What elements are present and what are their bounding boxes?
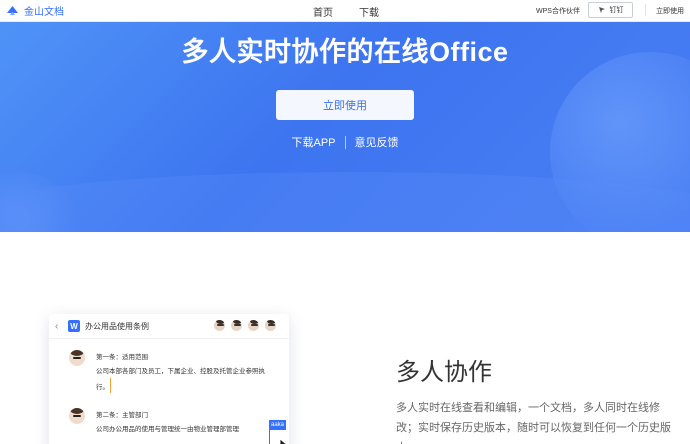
hero-title: 多人实时协作的在线Office — [181, 37, 509, 67]
clause-body-wrap: 公司办公用品的使用与管理统一由物业管理部管理 — [96, 423, 276, 436]
back-chevron-icon[interactable]: ‹ — [55, 321, 65, 332]
link-separator — [344, 135, 346, 149]
writer-doc-icon: W — [68, 320, 80, 332]
decorative-wave — [0, 172, 690, 232]
clause-body: 公司办公用品的使用与管理统一由物业管理部管理 — [96, 426, 239, 433]
nav-home-link[interactable]: 首页 — [313, 4, 333, 19]
use-now-button[interactable]: 立即使用 — [276, 90, 414, 120]
clause-body: 公司本部各部门及员工，下属企业、控股及托管企业参照执行。 — [96, 368, 265, 391]
avatar — [230, 319, 243, 332]
feature-description: 多人实时在线查看和编辑，一个文档，多人同时在线修改；实时保存历史版本，随时可以恢… — [396, 402, 671, 444]
feedback-link[interactable]: 意见反馈 — [355, 134, 399, 150]
hero-links: 下载APP 意见反馈 — [0, 134, 690, 150]
clause-heading: 第一条：适用范围 — [96, 354, 148, 361]
avatar — [69, 350, 85, 366]
avatar — [264, 319, 277, 332]
dingding-button[interactable]: 钉钉 — [588, 2, 633, 18]
dingding-label: 钉钉 — [609, 7, 624, 14]
avatar — [213, 319, 226, 332]
clause-heading: 第二条：主管部门 — [96, 412, 148, 419]
avatar — [69, 408, 85, 424]
logo-text: 金山文档 — [24, 7, 64, 18]
doc-preview-card: ‹ W 办公用品使用条例 第一条：适用范围 公司本部各部门及员工，下属企业、控股… — [49, 314, 289, 444]
mouse-pointer-icon — [279, 438, 287, 444]
nav-download-link[interactable]: 下载 — [359, 4, 379, 19]
hero-banner: 多人实时协作的在线Office 立即使用 下载APP 意见反馈 — [0, 22, 690, 232]
wps-partner-link[interactable]: WPS合作伙伴 — [536, 6, 580, 16]
doc-header: ‹ W 办公用品使用条例 — [49, 314, 289, 339]
top-nav: 金山文档 首页 下载 WPS合作伙伴 钉钉 立即使用 — [0, 0, 690, 22]
nav-divider — [645, 4, 646, 16]
edit-caret — [110, 378, 111, 393]
download-app-link[interactable]: 下载APP — [291, 134, 335, 150]
collaborator-tag: aaka — [269, 420, 287, 430]
doc-title: 办公用品使用条例 — [85, 321, 149, 331]
feature-title: 多人协作 — [396, 359, 492, 386]
kdocs-logo-icon — [7, 6, 18, 15]
nav-use-now-link[interactable]: 立即使用 — [656, 6, 684, 16]
avatar — [247, 319, 260, 332]
clause-body-wrap: 公司本部各部门及员工，下属企业、控股及托管企业参照执行。 — [96, 365, 276, 394]
dingding-icon — [598, 7, 605, 13]
collaborator-avatars — [213, 319, 277, 332]
logo[interactable]: 金山文档 — [5, 3, 64, 18]
collaborator-caret — [269, 428, 270, 444]
